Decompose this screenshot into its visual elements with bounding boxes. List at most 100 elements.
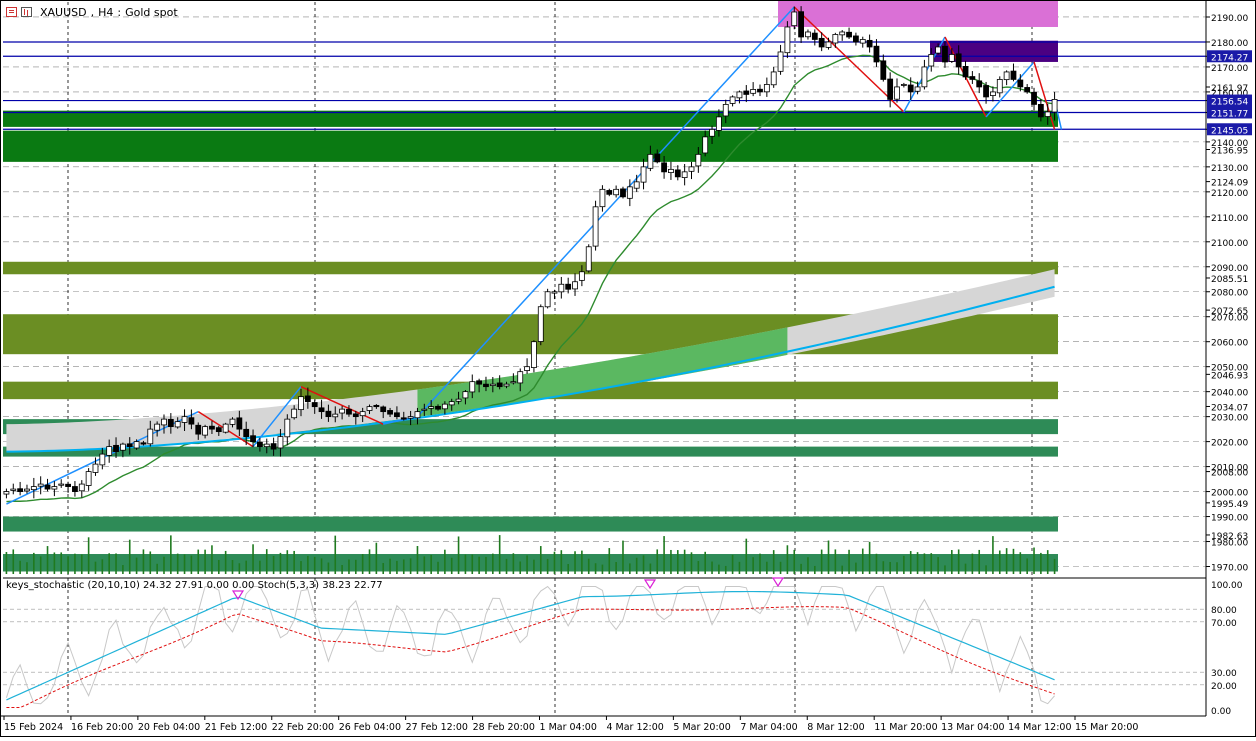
- volume-bar: [423, 556, 426, 574]
- candle-bear: [873, 45, 880, 63]
- candle-bull: [291, 408, 298, 419]
- candle-bull: [537, 306, 544, 342]
- volume-bar: [738, 561, 741, 574]
- volume-bar: [629, 563, 631, 574]
- price-label: 2020.00: [1211, 439, 1248, 449]
- candle-bull: [30, 486, 37, 491]
- chart-root[interactable]: 2190.00 2180.00 2174.27 2170.00 2161.97 2160.…: [0, 0, 1256, 737]
- candle-bear: [496, 382, 503, 388]
- candle-bear: [976, 80, 983, 88]
- candle-bull: [640, 166, 647, 183]
- volume-bar: [320, 558, 323, 574]
- price-label: 2070.00: [1211, 314, 1248, 324]
- price-label: 2170.00: [1211, 64, 1248, 74]
- volume-bar: [546, 558, 549, 574]
- chart-canvas[interactable]: 2190.002180.002174.272170.002161.972160.…: [0, 0, 1256, 737]
- candle-bear: [311, 402, 318, 408]
- volume-bar: [731, 554, 734, 574]
- zone-pink: [778, 0, 1058, 27]
- volume-bar: [5, 551, 8, 574]
- volume-bar: [690, 552, 693, 574]
- volume-bar: [574, 551, 576, 574]
- volume-bar: [19, 560, 21, 574]
- zone-olive: [3, 261, 1058, 275]
- candle-bear: [215, 427, 222, 433]
- candle-bear: [387, 410, 393, 415]
- volume-bar: [33, 552, 35, 574]
- indicator-name-2: Stoch(5,3,3): [257, 580, 320, 591]
- volume-bar: [416, 546, 419, 574]
- candle-bull: [784, 26, 791, 54]
- volume-bar: [855, 562, 857, 574]
- time-label: 11 Mar 20:00: [874, 722, 937, 733]
- volume-bar: [464, 554, 467, 574]
- candle-bull: [339, 408, 346, 414]
- volume-bar: [786, 545, 789, 574]
- price-label: 2030.00: [1211, 414, 1248, 424]
- candle-bull: [106, 446, 113, 456]
- candle-bull: [469, 381, 476, 393]
- volume-bar: [766, 561, 768, 574]
- candle-bear: [880, 60, 887, 80]
- volume-bar: [60, 552, 63, 574]
- candle-bull: [202, 426, 208, 436]
- time-label: 26 Feb 04:00: [339, 722, 401, 733]
- price-label: 2046.93: [1211, 371, 1248, 381]
- candle-bull: [681, 171, 688, 178]
- candle-bull: [613, 188, 620, 196]
- candle-bear: [188, 417, 195, 425]
- time-label: 22 Feb 20:00: [272, 722, 334, 733]
- candle-bear: [17, 488, 24, 492]
- price-label: 2151.77: [1211, 109, 1248, 119]
- volume-bar: [87, 537, 90, 574]
- volume-bar: [197, 549, 200, 574]
- candle-bull: [10, 488, 17, 491]
- price-label: 2124.09: [1211, 179, 1248, 189]
- candle-bull: [715, 116, 722, 131]
- price-label: 2085.51: [1211, 275, 1248, 285]
- volume-bar: [916, 552, 919, 574]
- candle-bear: [853, 35, 859, 43]
- volume-bar: [697, 561, 700, 574]
- volume-bar: [752, 557, 754, 574]
- candle-bull: [777, 51, 784, 72]
- candle-bear: [962, 66, 969, 78]
- time-label: 13 Mar 04:00: [941, 722, 1004, 733]
- price-label: 2130.00: [1211, 164, 1248, 174]
- timeframe-label: H4: [98, 5, 114, 19]
- volume-bar: [293, 550, 295, 574]
- volume-bar: [834, 549, 837, 574]
- volume-bar: [272, 555, 275, 574]
- volume-bar: [238, 563, 241, 574]
- volume-bar: [964, 563, 967, 574]
- candle-bear: [757, 88, 763, 93]
- candle-bull: [154, 423, 161, 431]
- volume-bar: [889, 561, 891, 574]
- candles-icon[interactable]: [21, 7, 32, 17]
- candle-bull: [825, 41, 832, 48]
- candle-bull: [37, 483, 44, 487]
- time-label: 8 Mar 12:00: [807, 722, 864, 733]
- volume-bar: [992, 536, 994, 574]
- volume-bar: [676, 550, 679, 574]
- candle-bull: [332, 413, 339, 418]
- volume-bar: [176, 553, 179, 574]
- volume-bar: [252, 544, 254, 574]
- candle-bull: [996, 79, 1003, 94]
- candle-bull: [85, 471, 92, 486]
- volume-bar: [711, 561, 713, 574]
- candle-bull: [551, 291, 558, 294]
- candle-bear: [195, 424, 202, 435]
- bars-icon[interactable]: [6, 7, 17, 17]
- volume-bar: [820, 549, 823, 574]
- volume-bar: [587, 558, 590, 574]
- stoch-label: 0.00: [1211, 707, 1231, 717]
- time-label: 14 Mar 12:00: [1008, 722, 1071, 733]
- volume-bar: [807, 557, 809, 574]
- stoch-label: 30.00: [1211, 669, 1237, 679]
- candle-bull: [284, 418, 291, 438]
- volume-bar: [944, 565, 946, 574]
- candle-bull: [791, 11, 798, 27]
- candle-bull: [531, 341, 537, 368]
- symbol-label: XAUUSD: [40, 5, 87, 19]
